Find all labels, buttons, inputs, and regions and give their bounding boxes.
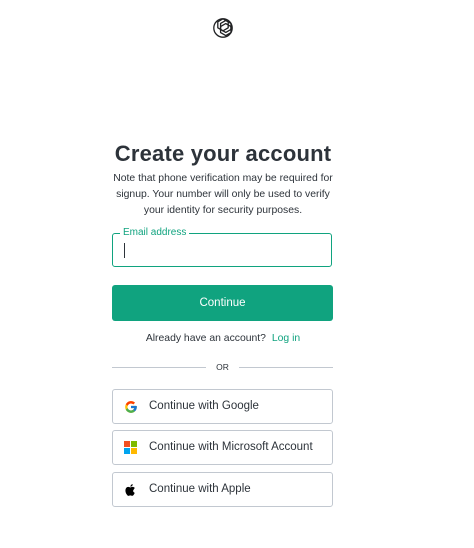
continue-with-apple-button[interactable]: Continue with Apple [112, 472, 333, 507]
divider-line-right [239, 367, 333, 368]
email-field-label: Email address [120, 226, 190, 240]
microsoft-icon-red [124, 441, 130, 447]
text-cursor [124, 243, 125, 258]
google-button-label: Continue with Google [149, 400, 259, 412]
microsoft-icon-blue [124, 448, 130, 454]
continue-button[interactable]: Continue [112, 285, 333, 321]
continue-with-microsoft-button[interactable]: Continue with Microsoft Account [112, 430, 333, 465]
email-input[interactable] [123, 241, 323, 259]
microsoft-icon [124, 441, 137, 454]
apple-icon [125, 484, 135, 496]
signup-page: Create your account Note that phone veri… [0, 0, 474, 548]
phone-verification-note: Note that phone verification may be requ… [113, 173, 333, 216]
login-link[interactable]: Log in [272, 333, 300, 344]
login-prompt-text: Already have an account? [145, 333, 266, 344]
google-icon [125, 401, 137, 413]
microsoft-button-label: Continue with Microsoft Account [149, 441, 313, 453]
page-title: Create your account [114, 141, 332, 166]
microsoft-icon-green [131, 441, 137, 447]
email-field[interactable]: Email address [112, 226, 332, 267]
openai-logo-icon [213, 18, 233, 38]
or-divider: OR [112, 361, 333, 375]
apple-button-label: Continue with Apple [149, 483, 251, 495]
continue-with-google-button[interactable]: Continue with Google [112, 389, 333, 424]
microsoft-icon-yellow [131, 448, 137, 454]
login-prompt: Already have an account? Log in [0, 333, 446, 344]
